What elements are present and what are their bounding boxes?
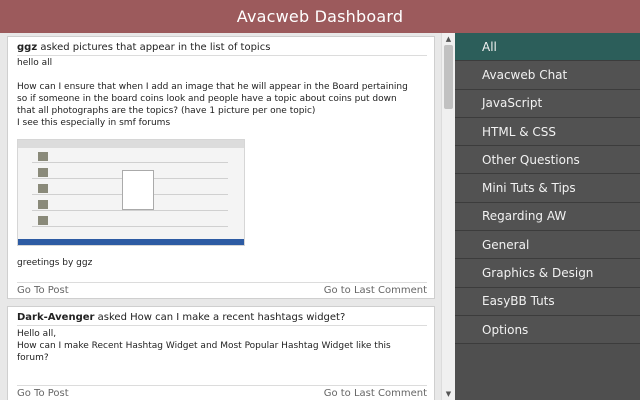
post-line: I see this especially in smf forums	[17, 118, 171, 128]
post-body: Hello all, How can I make Recent Hashtag…	[17, 328, 427, 364]
scroll-down-icon[interactable]: ▼	[442, 388, 455, 400]
screenshot-row	[32, 210, 228, 211]
sidebar-item-label: Avacweb Chat	[482, 67, 568, 82]
screenshot-popup	[122, 170, 154, 210]
sidebar-item-label: EasyBB Tuts	[482, 294, 555, 309]
post-heading: ggz asked pictures that appear in the li…	[17, 42, 427, 56]
page-title: Avacweb Dashboard	[236, 7, 404, 26]
scroll-up-icon[interactable]: ▲	[442, 33, 455, 45]
sidebar-item-label: Mini Tuts & Tips	[482, 181, 576, 196]
go-to-last-comment-link[interactable]: Go to Last Comment	[324, 388, 427, 399]
sidebar-item-all[interactable]: All	[455, 33, 640, 62]
post-title: asked How can I make a recent hashtags w…	[97, 312, 346, 323]
sidebar-item-label: General	[482, 237, 530, 252]
post-feed: ggz asked pictures that appear in the li…	[0, 33, 455, 400]
post-gap	[17, 69, 427, 81]
sidebar-item-options[interactable]: Options	[455, 315, 640, 345]
feed-scrollbar[interactable]: ▲ ▼	[441, 33, 455, 400]
screenshot-thumb	[38, 200, 48, 209]
sidebar-item-label: Graphics & Design	[482, 266, 594, 281]
sidebar-item-other-questions[interactable]: Other Questions	[455, 146, 640, 175]
post-closing: greetings by ggz	[17, 258, 93, 268]
category-sidebar: All Avacweb Chat JavaScript HTML & CSS O…	[455, 33, 640, 400]
post-card: ggz asked pictures that appear in the li…	[7, 36, 435, 299]
post-author[interactable]: Dark-Avenger	[17, 312, 94, 323]
screenshot-row	[32, 226, 228, 227]
attached-screenshot-image[interactable]	[17, 139, 245, 246]
post-body: hello all How can I ensure that when I a…	[17, 57, 427, 129]
screenshot-toolbar	[18, 140, 244, 148]
sidebar-item-easybb-tuts[interactable]: EasyBB Tuts	[455, 287, 640, 316]
sidebar-item-regarding-aw[interactable]: Regarding AW	[455, 202, 640, 232]
sidebar-item-label: Regarding AW	[482, 209, 567, 224]
post-line: forum?	[17, 353, 49, 363]
screenshot-thumb	[38, 152, 48, 161]
post-heading: Dark-Avenger asked How can I make a rece…	[17, 312, 427, 326]
post-line: How can I ensure that when I add an imag…	[17, 82, 408, 92]
sidebar-item-label: All	[482, 39, 497, 54]
sidebar-item-mini-tuts-tips[interactable]: Mini Tuts & Tips	[455, 174, 640, 203]
post-line: Hello all,	[17, 329, 57, 339]
go-to-last-comment-link[interactable]: Go to Last Comment	[324, 285, 427, 296]
screenshot-thumb	[38, 184, 48, 193]
screenshot-row	[32, 162, 228, 163]
post-footer: Go To Post Go to Last Comment	[17, 282, 427, 296]
post-card: Dark-Avenger asked How can I make a rece…	[7, 306, 435, 400]
post-footer: Go To Post Go to Last Comment	[17, 385, 427, 399]
sidebar-item-label: JavaScript	[482, 96, 543, 111]
scroll-thumb[interactable]	[444, 45, 453, 109]
screenshot-thumb	[38, 216, 48, 225]
go-to-post-link[interactable]: Go To Post	[17, 285, 69, 296]
sidebar-item-label: Options	[482, 322, 529, 337]
sidebar-item-graphics-design[interactable]: Graphics & Design	[455, 259, 640, 288]
post-line: so if someone in the board coins look an…	[17, 94, 397, 104]
sidebar-item-avacweb-chat[interactable]: Avacweb Chat	[455, 61, 640, 90]
screenshot-taskbar	[18, 239, 244, 245]
sidebar-item-label: HTML & CSS	[482, 124, 556, 139]
dashboard-header: Avacweb Dashboard	[0, 0, 640, 33]
screenshot-thumb	[38, 168, 48, 177]
sidebar-item-html-css[interactable]: HTML & CSS	[455, 117, 640, 147]
post-line: hello all	[17, 58, 53, 68]
post-title: asked pictures that appear in the list o…	[40, 42, 271, 53]
post-line: that all photographs are the topics? (ha…	[17, 106, 316, 116]
post-author[interactable]: ggz	[17, 42, 37, 53]
post-line: How can I make Recent Hashtag Widget and…	[17, 341, 391, 351]
sidebar-item-javascript[interactable]: JavaScript	[455, 89, 640, 118]
go-to-post-link[interactable]: Go To Post	[17, 388, 69, 399]
sidebar-item-general[interactable]: General	[455, 231, 640, 260]
sidebar-item-label: Other Questions	[482, 152, 580, 167]
